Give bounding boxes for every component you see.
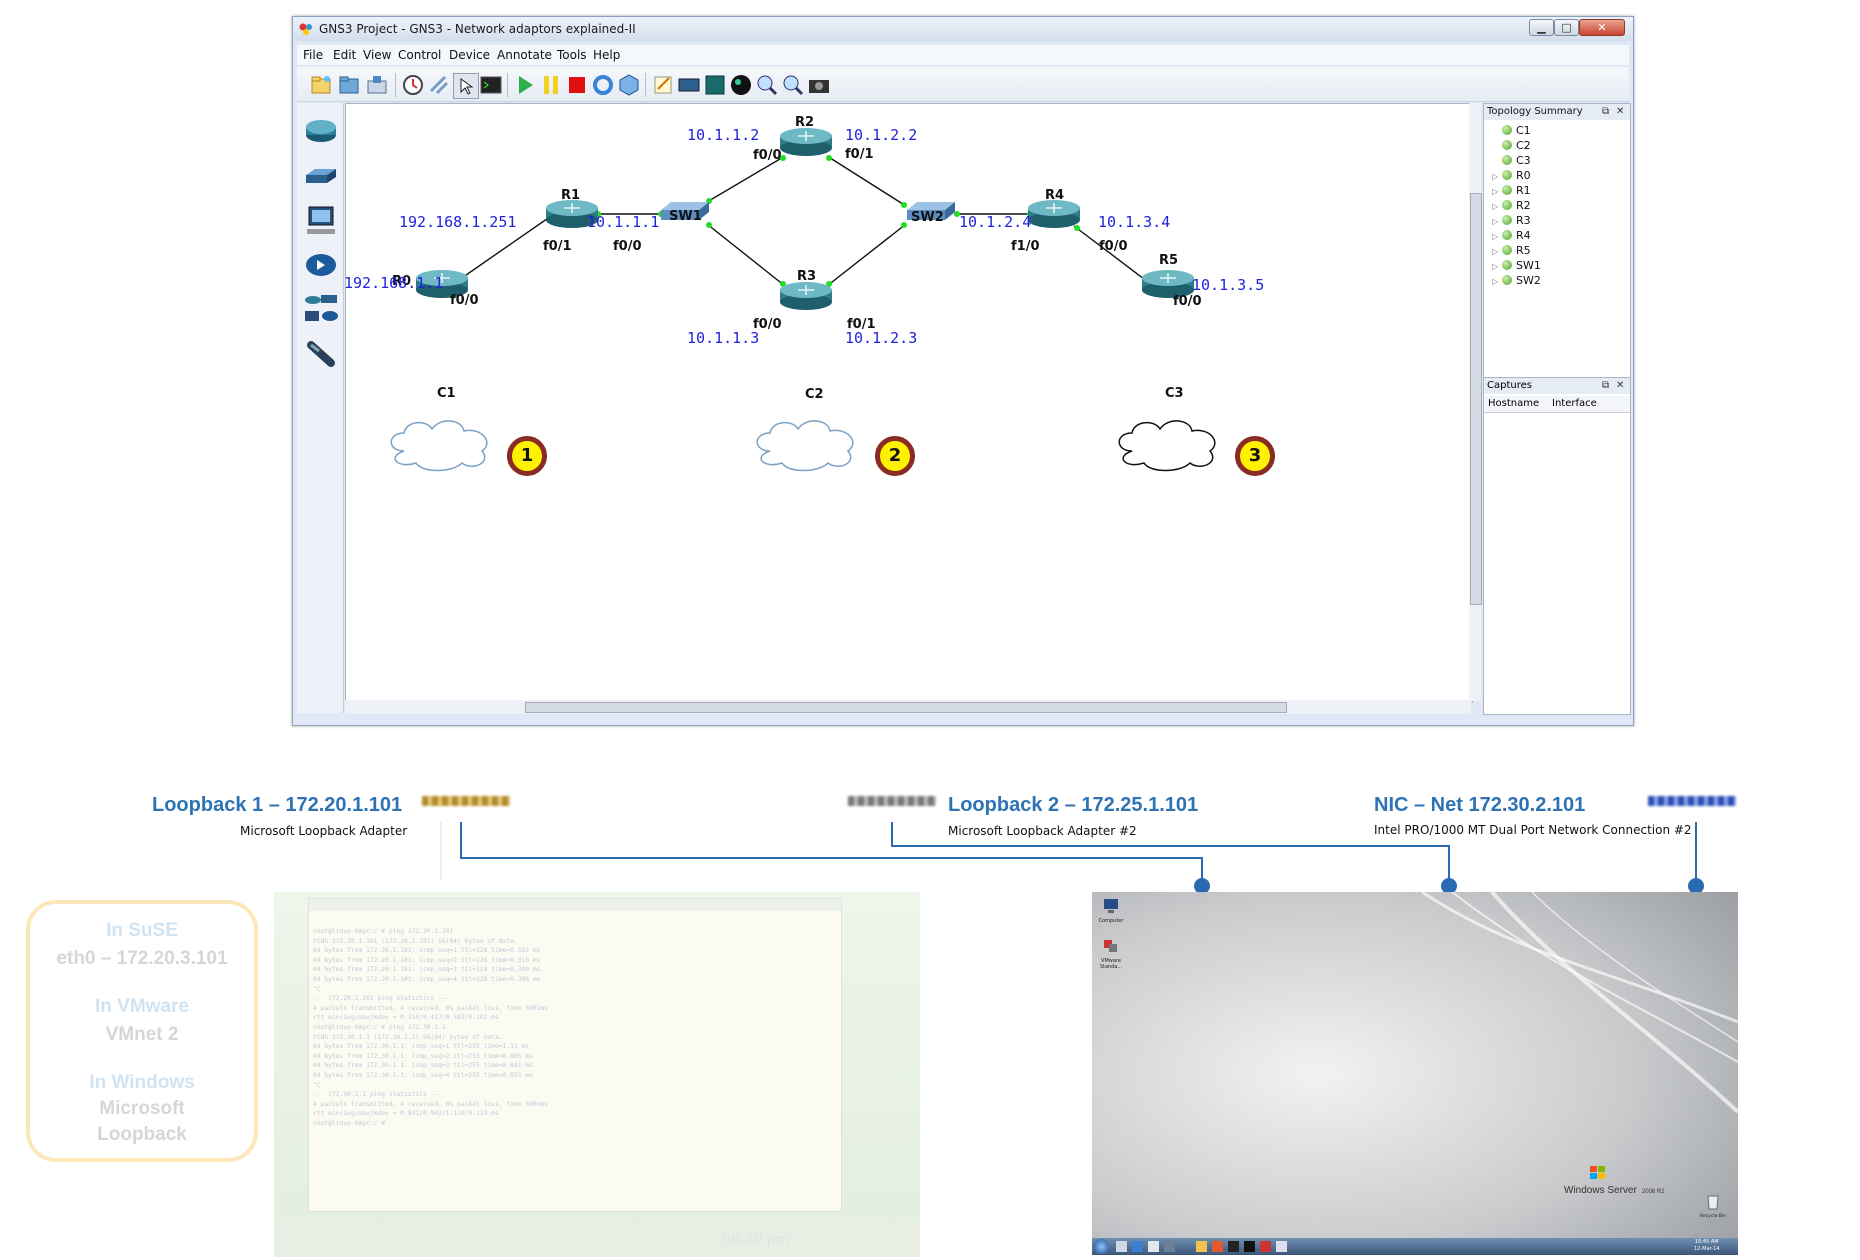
vmware-value: VMnet 2: [105, 1024, 179, 1045]
suse-heading: In SuSE: [106, 920, 178, 941]
taskbar-clock[interactable]: 10:45 AM 12-Mar-14: [1694, 1239, 1719, 1253]
windows-flag-icon: [1590, 1166, 1605, 1179]
taskbar-icon[interactable]: [1116, 1241, 1127, 1252]
loopback2-subtitle: Microsoft Loopback Adapter #2: [948, 824, 1137, 838]
info-box: In SuSE eth0 – 172.20.3.101 In VMware VM…: [26, 900, 258, 1162]
nic-subtitle: Intel PRO/1000 MT Dual Port Network Conn…: [1374, 823, 1692, 837]
redacted-label: [422, 796, 510, 806]
taskbar-icon[interactable]: [1276, 1241, 1287, 1252]
start-button[interactable]: [1094, 1239, 1109, 1254]
redacted-label: [848, 796, 936, 806]
desktop-icon-computer[interactable]: Computer: [1098, 898, 1124, 924]
taskbar-icon[interactable]: [1132, 1241, 1143, 1252]
vmware-heading: In VMware: [95, 996, 189, 1017]
desktop-wallpaper: [1092, 892, 1738, 1255]
loopback2-title: Loopback 2 – 172.25.1.101: [948, 794, 1199, 816]
windows-server-desktop-screenshot: Computer VMware Standa... Recycle Bin Wi…: [1092, 892, 1738, 1255]
suse-clock: 06:30 pm: [722, 1232, 790, 1248]
nic-title: NIC – Net 172.30.2.101: [1374, 794, 1586, 816]
recycle-bin-icon: [1707, 1195, 1719, 1210]
desktop-icon-recycle-bin[interactable]: Recycle Bin: [1698, 1192, 1728, 1219]
redacted-label: [1648, 796, 1736, 806]
vmware-icon: [1104, 940, 1117, 952]
taskbar-icon[interactable]: [1260, 1241, 1271, 1252]
taskbar-icon[interactable]: [1196, 1241, 1207, 1252]
taskbar-icon[interactable]: [1244, 1241, 1255, 1252]
desktop-icon-vmware[interactable]: VMware Standa...: [1098, 938, 1124, 970]
taskbar-icon[interactable]: [1148, 1241, 1159, 1252]
computer-icon: [1104, 899, 1118, 913]
terminal-output: root@linux-0mpc:/ # ping 172.20.1.101 PIN…: [313, 928, 549, 1127]
loopback1-subtitle: Microsoft Loopback Adapter: [240, 824, 408, 838]
terminal-window: root@linux-0mpc:/ # ping 172.20.1.101 PIN…: [308, 898, 842, 1212]
suse-value: eth0 – 172.20.3.101: [56, 948, 228, 969]
suse-taskbar: 06:30 pm: [274, 1222, 920, 1257]
windows-heading: In Windows: [89, 1072, 195, 1093]
taskbar-icon[interactable]: [1228, 1241, 1239, 1252]
taskbar-icon[interactable]: [1164, 1241, 1175, 1252]
suse-desktop-screenshot: root@linux-0mpc:/ # ping 172.20.1.101 PIN…: [274, 892, 920, 1257]
windows-value-1: Microsoft: [99, 1098, 185, 1119]
windows-server-logo: Windows Server 2008 R2: [1564, 1166, 1665, 1197]
taskbar-icon[interactable]: [1212, 1241, 1223, 1252]
windows-value-2: Loopback: [97, 1124, 187, 1145]
loopback1-title: Loopback 1 – 172.20.1.101: [152, 794, 403, 816]
windows-taskbar: 10:45 AM 12-Mar-14: [1092, 1238, 1738, 1255]
